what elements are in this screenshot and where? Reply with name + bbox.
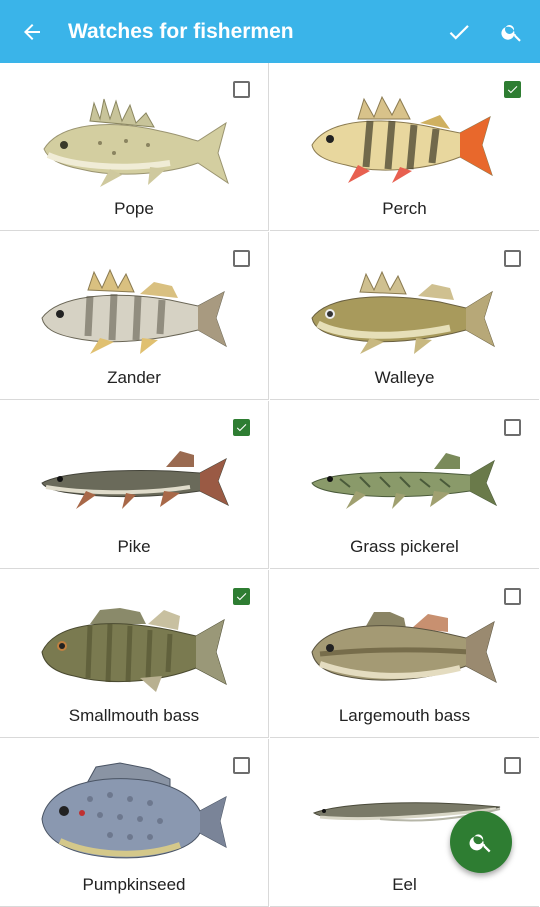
largemouth-bass-image bbox=[311, 612, 497, 684]
fish-card-pope[interactable]: Pope bbox=[0, 63, 269, 231]
app-bar: Watches for fishermen bbox=[0, 0, 540, 63]
fish-name: Smallmouth bass bbox=[68, 706, 200, 725]
fish-card-pike[interactable]: Pike bbox=[0, 401, 269, 569]
grass-pickerel-image bbox=[311, 453, 498, 509]
check-icon bbox=[507, 86, 518, 94]
back-button[interactable] bbox=[14, 14, 50, 50]
fish-card-smallmouth-bass[interactable]: Smallmouth bass bbox=[0, 570, 269, 738]
fish-card-walleye[interactable]: Walleye bbox=[270, 232, 539, 400]
search-icon bbox=[469, 834, 491, 853]
page-title: Watches for fishermen bbox=[68, 20, 294, 43]
pumpkinseed-image bbox=[41, 762, 227, 859]
fish-card-grass-pickerel[interactable]: Grass pickerel bbox=[270, 401, 539, 569]
fish-card-largemouth-bass[interactable]: Largemouth bass bbox=[270, 570, 539, 738]
select-checkbox[interactable] bbox=[233, 757, 250, 774]
fish-card-perch[interactable]: Perch bbox=[270, 63, 539, 231]
search-button[interactable] bbox=[494, 14, 530, 50]
fish-name: Grass pickerel bbox=[350, 537, 459, 556]
search-fab[interactable] bbox=[450, 811, 512, 873]
search-icon bbox=[501, 25, 521, 42]
fish-card-zander[interactable]: Zander bbox=[0, 232, 269, 400]
fish-name: Pike bbox=[117, 537, 151, 556]
fish-name: Walleye bbox=[374, 368, 435, 387]
pope-image bbox=[43, 98, 229, 187]
fish-name: Pumpkinseed bbox=[82, 875, 186, 894]
smallmouth-bass-image bbox=[41, 608, 227, 692]
select-checkbox[interactable] bbox=[504, 250, 521, 267]
pike-image bbox=[41, 451, 229, 509]
walleye-image bbox=[311, 270, 495, 354]
fish-name: Zander bbox=[107, 368, 161, 387]
select-checkbox[interactable] bbox=[233, 81, 250, 98]
check-icon bbox=[449, 25, 469, 40]
fish-name: Eel bbox=[392, 875, 417, 894]
arrow-back-icon bbox=[24, 24, 40, 40]
select-checkbox[interactable] bbox=[233, 419, 250, 436]
check-icon bbox=[236, 424, 247, 432]
perch-image bbox=[311, 95, 493, 183]
select-checkbox[interactable] bbox=[233, 250, 250, 267]
check-icon bbox=[236, 593, 247, 601]
fish-name: Perch bbox=[382, 199, 427, 218]
select-checkbox[interactable] bbox=[504, 588, 521, 605]
select-checkbox[interactable] bbox=[504, 81, 521, 98]
fish-name: Largemouth bass bbox=[338, 706, 471, 725]
confirm-button[interactable] bbox=[441, 14, 477, 50]
select-checkbox[interactable] bbox=[233, 588, 250, 605]
select-checkbox[interactable] bbox=[504, 757, 521, 774]
select-checkbox[interactable] bbox=[504, 419, 521, 436]
zander-image bbox=[41, 268, 227, 354]
fish-card-pumpkinseed[interactable]: Pumpkinseed bbox=[0, 739, 269, 907]
fish-name: Pope bbox=[114, 199, 154, 218]
